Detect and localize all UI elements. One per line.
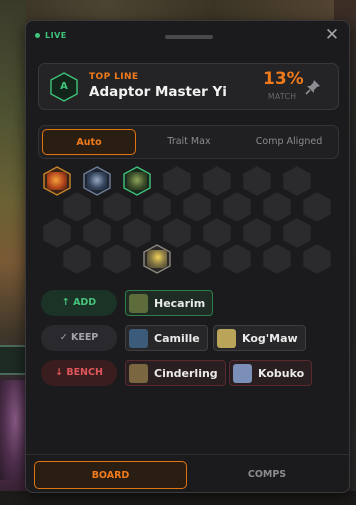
live-dot-icon [35,33,40,38]
live-label: LIVE [45,31,67,40]
tab-auto[interactable]: Auto [42,129,136,155]
board-hex-empty[interactable] [302,244,332,274]
tab-trait-max[interactable]: Trait Max [142,129,236,155]
tier-letter: A [60,81,68,92]
tab-comps[interactable]: COMPS [191,461,343,489]
background-champion-figure [0,380,26,480]
unit-portrait [127,172,147,190]
overlay-panel: LIVE ✕ A TOP LINE Adaptor Master Yi 13% … [25,20,350,493]
board-hex-empty[interactable] [262,244,292,274]
tab-board[interactable]: BOARD [34,461,187,489]
pin-icon[interactable] [305,79,321,95]
champion-chip-name: Cinderling [154,366,218,380]
board-hex-empty[interactable] [102,244,132,274]
champion-chip-hecarim[interactable]: Hecarim [125,290,214,316]
champion-portrait [217,328,236,348]
live-indicator: LIVE [35,31,67,40]
strategy-tabs: Auto Trait Max Comp Aligned [38,125,339,159]
champion-portrait [129,293,148,313]
tab-comp-aligned[interactable]: Comp Aligned [242,129,336,155]
champion-chip-name: Camille [154,331,200,345]
champion-name: Adaptor Master Yi [89,84,227,100]
champion-chip-cinderling[interactable]: Cinderling [125,360,226,386]
background-bottom [0,491,356,505]
recommended-champion-card: A TOP LINE Adaptor Master Yi 13% MATCH [38,63,339,110]
champion-portrait [129,363,148,383]
champion-role: TOP LINE [89,72,139,82]
unit-portrait [147,250,167,268]
background-frame [0,345,26,375]
champion-chip-name: Kobuko [258,366,305,380]
board-hex-empty[interactable] [222,244,252,274]
champion-chip-kogmaw[interactable]: Kog'Maw [213,325,306,351]
board-unit-gold[interactable] [142,244,172,274]
unit-portrait [87,172,107,190]
champion-chip-name: Hecarim [154,296,206,310]
champion-chip-kobuko[interactable]: Kobuko [229,360,313,386]
unit-portrait [47,172,67,190]
match-label: MATCH [268,92,297,101]
champion-chip-camille[interactable]: Camille [125,325,208,351]
drag-handle[interactable] [165,35,213,39]
close-icon[interactable]: ✕ [324,27,340,44]
champion-portrait [129,328,148,348]
match-percent: 13% [263,69,304,89]
bench-badge: ↓ BENCH [41,360,117,386]
bottom-nav: BOARD COMPS [26,454,349,492]
champion-portrait [233,363,252,383]
board-hex-empty[interactable] [182,244,212,274]
board-hex-empty[interactable] [62,244,92,274]
tier-hex-icon: A [50,72,78,102]
add-badge: ↑ ADD [41,290,117,316]
board-grid [26,164,351,276]
keep-badge: ✓ KEEP [41,325,117,351]
champion-chip-name: Kog'Maw [242,331,298,345]
